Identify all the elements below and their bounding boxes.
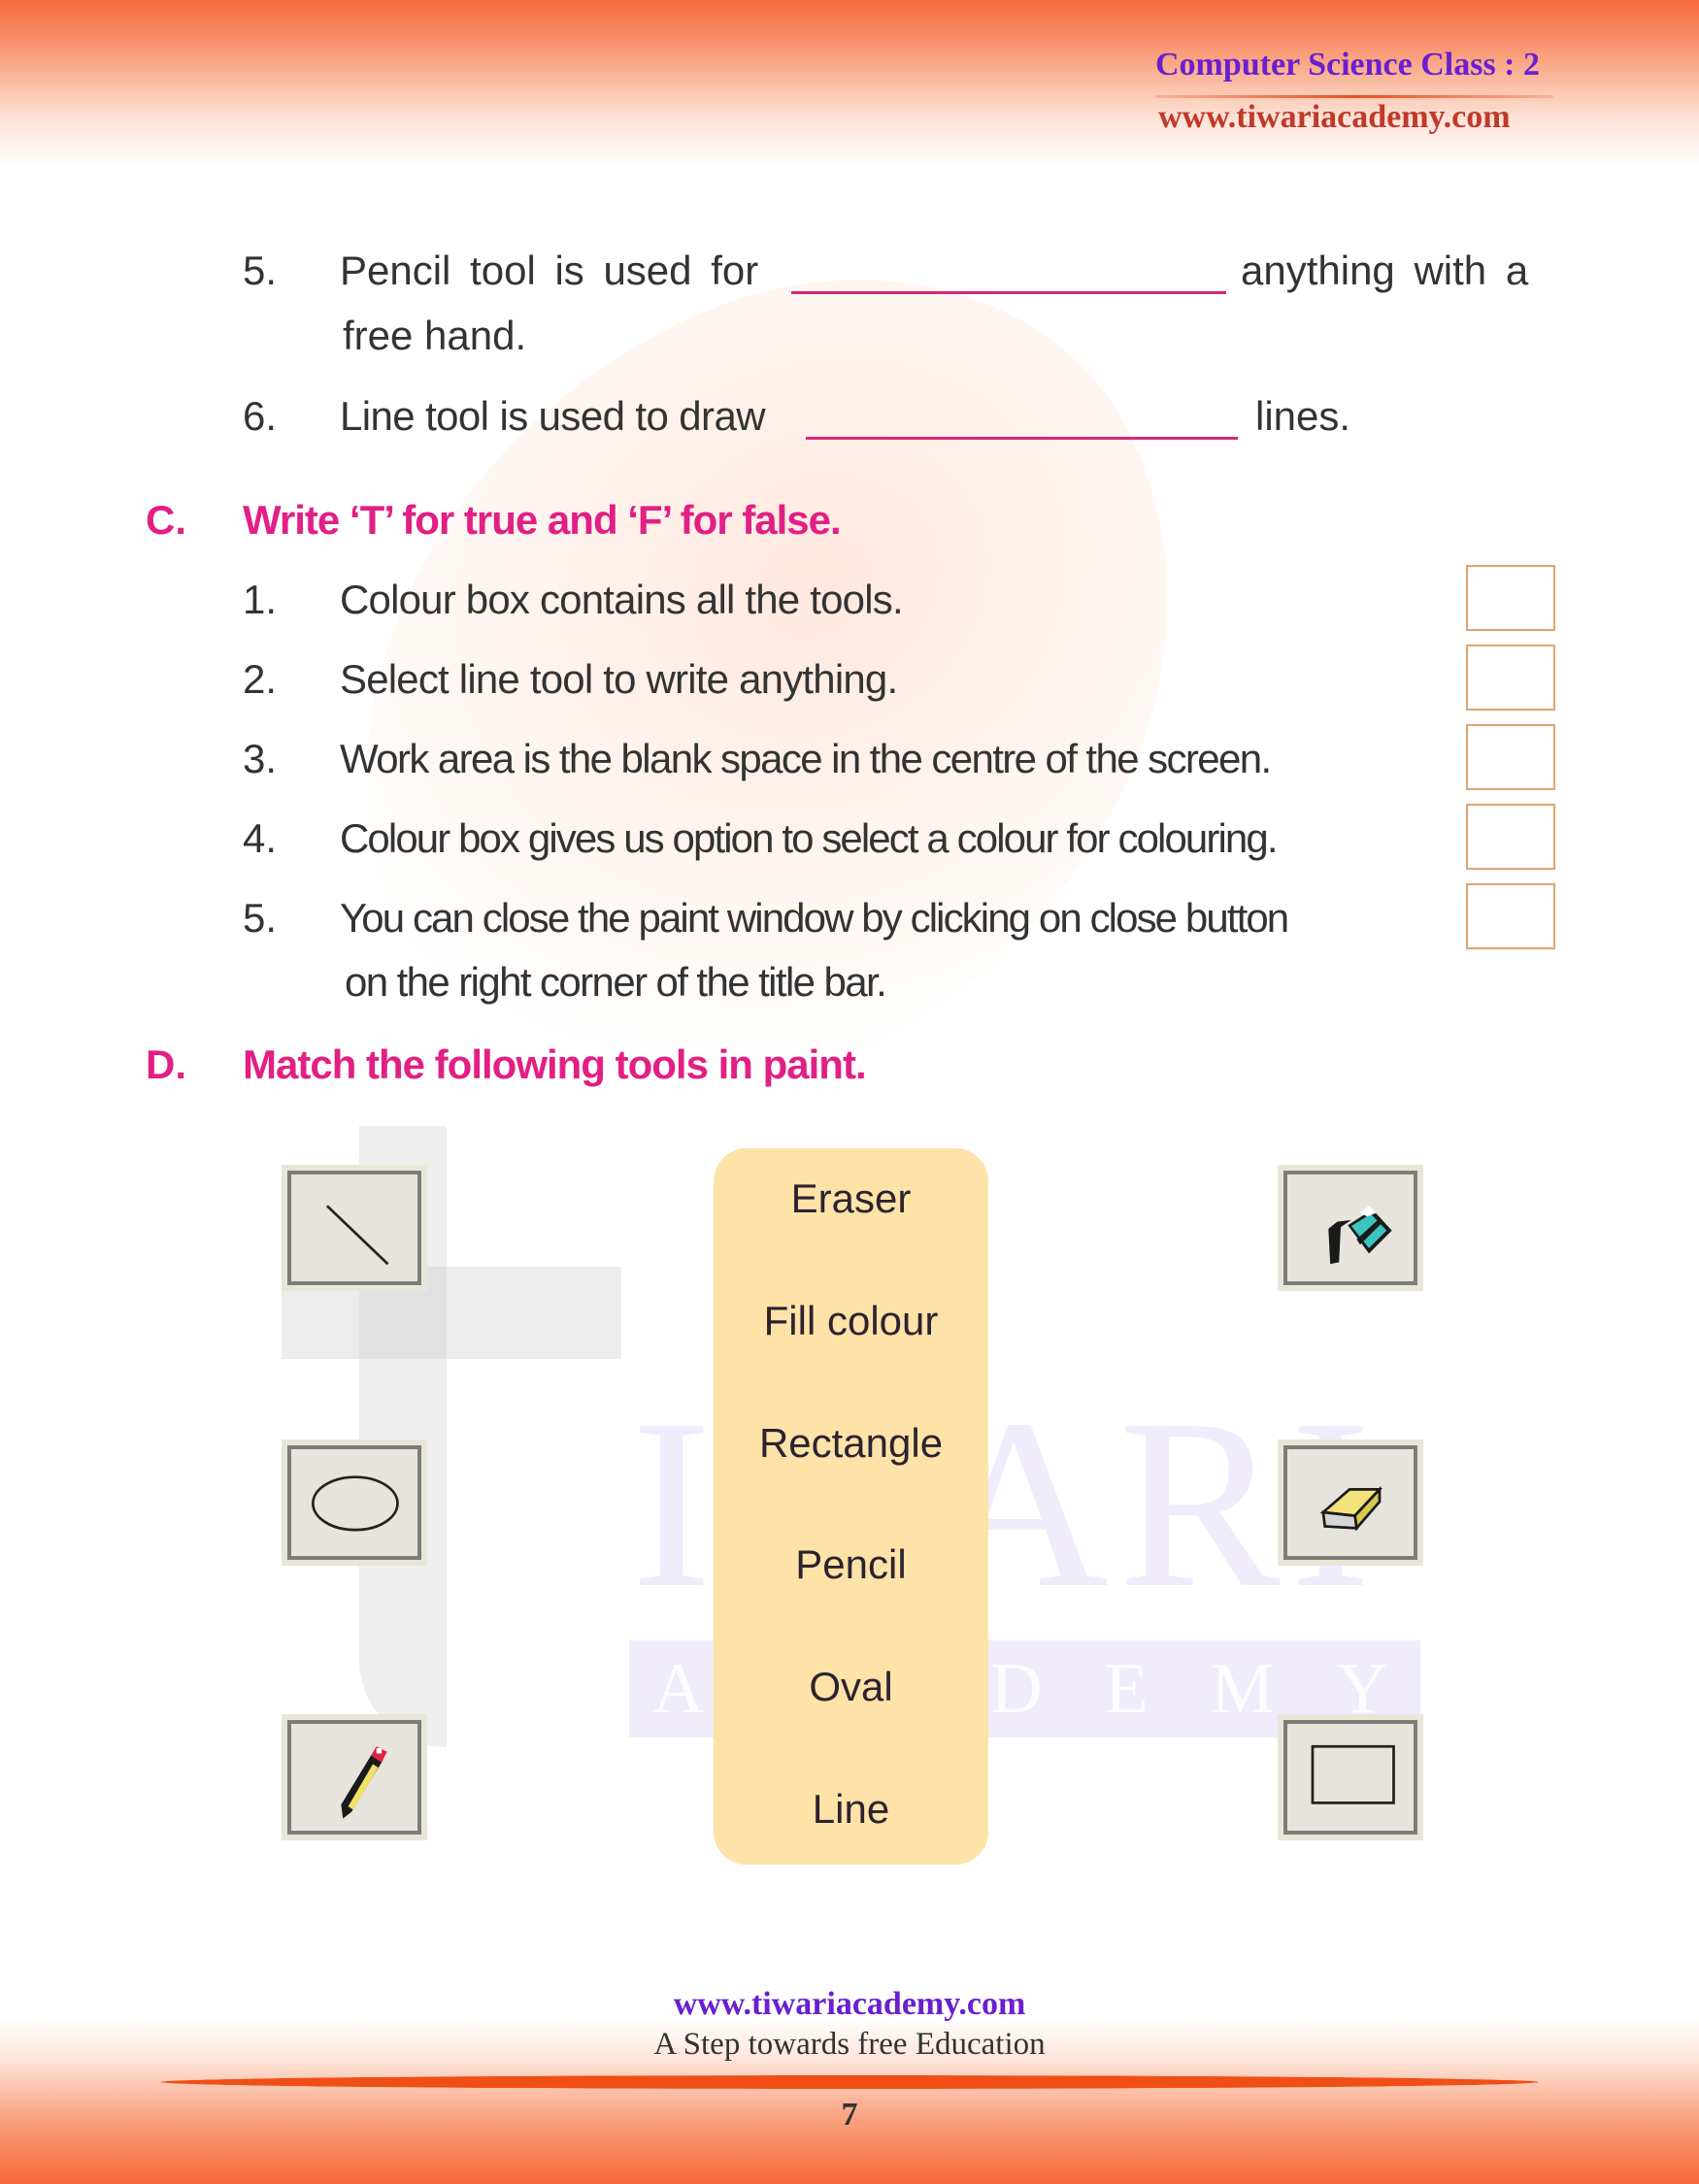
answer-blank[interactable] — [806, 437, 1238, 440]
match-label-oval[interactable]: Oval — [714, 1664, 988, 1710]
item-text: Colour box gives us option to select a c… — [340, 815, 1278, 861]
item-text: Select line tool to write anything. — [340, 656, 898, 702]
answer-blank[interactable] — [791, 291, 1226, 294]
item-number: 3. — [243, 736, 278, 781]
section-d-letter: D. — [146, 1042, 186, 1087]
item-number: 4. — [243, 815, 278, 861]
footer-tagline: A Step towards free Education — [653, 2027, 1046, 2062]
header-url[interactable]: www.tiwariacademy.com — [1158, 99, 1511, 136]
item-text: You can close the paint window by clicki… — [340, 895, 1289, 941]
match-label-pencil[interactable]: Pencil — [714, 1541, 988, 1588]
item-text: Colour box contains all the tools. — [340, 577, 904, 622]
match-label-fill-colour[interactable]: Fill colour — [714, 1298, 988, 1344]
section-d-title: Match the following tools in paint. — [243, 1042, 867, 1087]
footer-divider — [160, 2075, 1539, 2089]
question-number: 6. — [243, 393, 278, 439]
answer-box[interactable] — [1466, 645, 1555, 711]
question-text-after: lines. — [1255, 393, 1351, 439]
match-label-line[interactable]: Line — [714, 1786, 988, 1833]
question-text: Pencil tool is used for — [340, 248, 759, 293]
eraser-tool-icon[interactable] — [1278, 1439, 1423, 1566]
section-c-title: Write ‘T’ for true and ‘F’ for false. — [243, 497, 842, 543]
answer-box[interactable] — [1466, 883, 1555, 949]
item-number: 2. — [243, 656, 278, 702]
item-text: Work area is the blank space in the cent… — [340, 736, 1272, 781]
item-number: 5. — [243, 895, 278, 941]
question-text-after: anything with a — [1241, 248, 1529, 293]
section-c-letter: C. — [146, 497, 186, 543]
header-title: Computer Science Class : 2 — [1155, 47, 1540, 83]
oval-tool-icon[interactable] — [282, 1439, 427, 1566]
rectangle-tool-icon[interactable] — [1278, 1714, 1423, 1840]
tool-labels-panel: Eraser Fill colour Rectangle Pencil Oval… — [714, 1148, 988, 1865]
item-continuation: on the right corner of the title bar. — [345, 959, 887, 1005]
match-label-eraser[interactable]: Eraser — [714, 1175, 988, 1222]
fill-colour-tool-icon[interactable] — [1278, 1165, 1423, 1291]
answer-box[interactable] — [1466, 724, 1555, 790]
answer-box[interactable] — [1466, 565, 1555, 631]
question-continuation: free hand. — [343, 313, 527, 358]
pencil-tool-icon[interactable] — [282, 1714, 427, 1840]
line-tool-icon[interactable] — [282, 1165, 427, 1291]
page-number: 7 — [841, 2097, 858, 2133]
question-text: Line tool is used to draw — [340, 393, 766, 439]
footer-url[interactable]: www.tiwariacademy.com — [0, 1986, 1699, 2023]
item-number: 1. — [243, 577, 278, 622]
answer-box[interactable] — [1466, 804, 1555, 870]
header-divider — [1155, 95, 1553, 98]
match-label-rectangle[interactable]: Rectangle — [714, 1420, 988, 1467]
question-number: 5. — [243, 248, 278, 293]
